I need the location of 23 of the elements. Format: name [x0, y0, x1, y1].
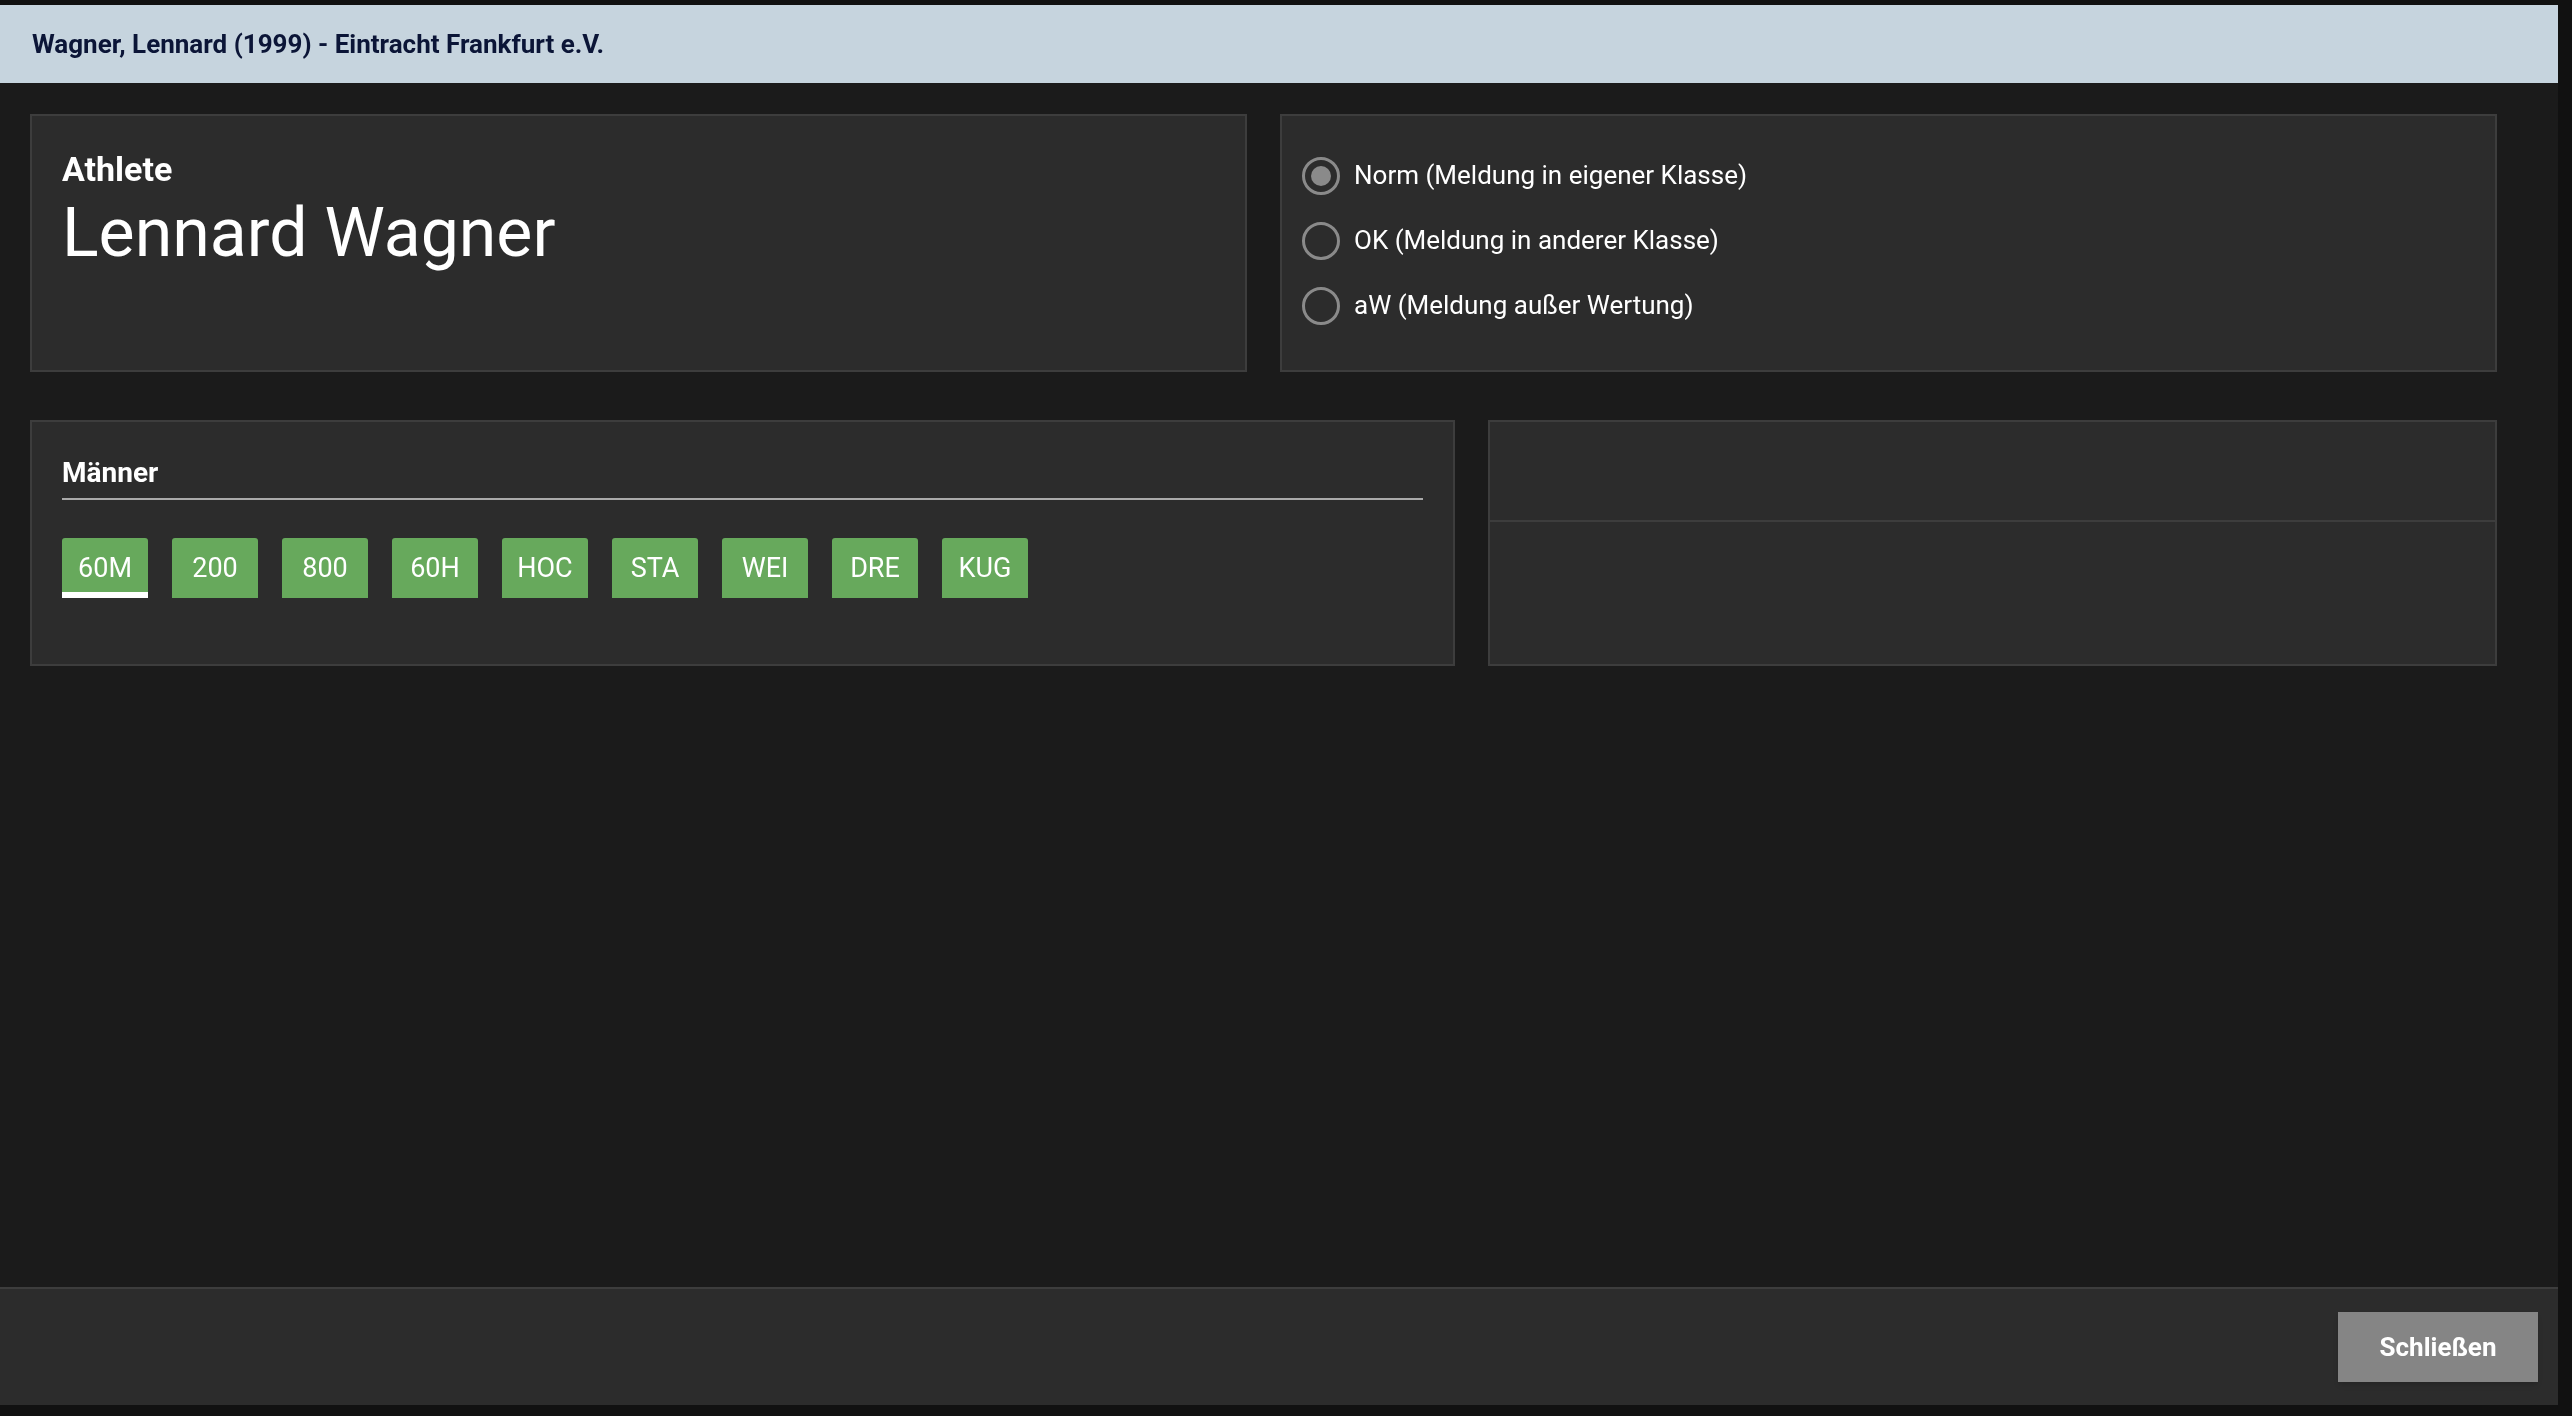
close-button[interactable]: Schließen	[2338, 1312, 2538, 1382]
event-tab[interactable]: DRE	[832, 538, 918, 598]
radio-button[interactable]	[1302, 156, 1340, 195]
group-heading: Männer	[62, 452, 1423, 500]
radio-option[interactable]: Norm (Meldung in eigener Klasse)	[1302, 156, 1748, 195]
event-tab[interactable]: STA	[612, 538, 698, 598]
radio-label: OK (Meldung in anderer Klasse)	[1354, 224, 1719, 257]
event-tab[interactable]: HOC	[502, 538, 588, 598]
radio-option[interactable]: OK (Meldung in anderer Klasse)	[1302, 221, 1719, 260]
radio-label: aW (Meldung außer Wertung)	[1354, 289, 1694, 322]
radio-button[interactable]	[1302, 221, 1340, 260]
event-tab[interactable]: 60M	[62, 538, 148, 598]
radio-button[interactable]	[1302, 286, 1340, 325]
event-tab[interactable]: KUG	[942, 538, 1028, 598]
radio-label: Norm (Meldung in eigener Klasse)	[1354, 159, 1748, 192]
radio-option[interactable]: aW (Meldung außer Wertung)	[1302, 286, 1694, 325]
event-tab[interactable]: 60H	[392, 538, 478, 598]
event-tab[interactable]: WEI	[722, 538, 808, 598]
event-tab[interactable]: 200	[172, 538, 258, 598]
window-title: Wagner, Lennard (1999) - Eintracht Frankfurt e.V.	[32, 27, 604, 61]
athlete-label: Athlete	[62, 148, 173, 191]
athlete-name: Lennard Wagner	[62, 191, 556, 275]
event-tab[interactable]: 800	[282, 538, 368, 598]
